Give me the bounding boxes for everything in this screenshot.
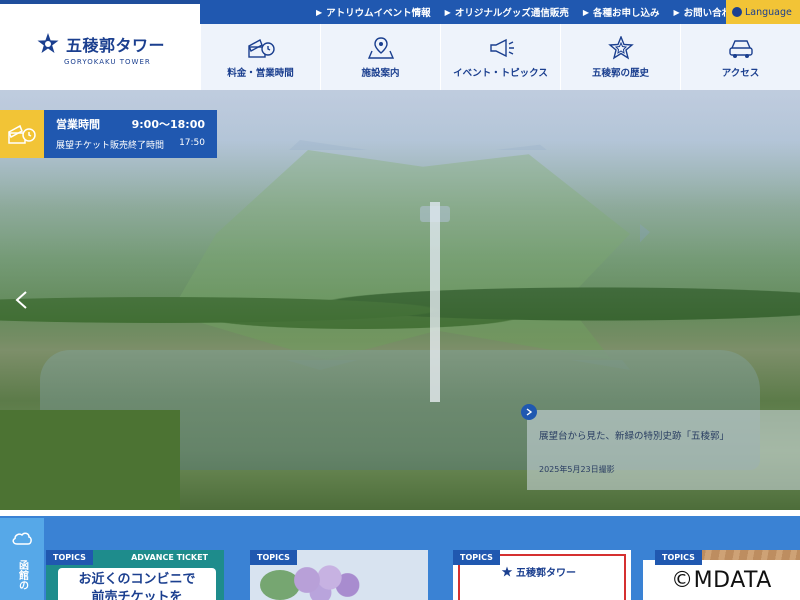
nav-history-label: 五稜郭の歴史 xyxy=(591,67,649,79)
hours-time: 9:00～18:00 xyxy=(131,118,205,131)
nav-events-topics[interactable]: イベント・トピックス xyxy=(440,24,560,90)
applications-label: 各種お申し込み xyxy=(593,8,660,19)
chevron-right-icon: ▶ xyxy=(582,7,589,17)
wisteria-image xyxy=(280,560,370,600)
promo-line-2: 前売チケットを xyxy=(91,590,183,600)
topics-tag: TOPICS xyxy=(46,550,93,565)
caption-bullet-icon xyxy=(521,404,537,420)
advance-ticket-promo: お近くのコンビニで 前売チケットを xyxy=(58,568,216,600)
hours-icon-box xyxy=(0,110,44,158)
slide-prev-arrow-icon[interactable] xyxy=(12,290,32,310)
hours-text-box: 営業時間 9:00～18:00 展望チケット販売終了時間 17:50 xyxy=(44,110,217,158)
notice-logo: 五稜郭タワー xyxy=(501,564,576,579)
nav-fees-hours-label: 料金・営業時間 xyxy=(227,67,294,79)
language-button[interactable]: Language xyxy=(726,0,800,24)
star-fort-icon xyxy=(607,35,634,60)
ticket-end-label: 展望チケット販売終了時間 xyxy=(56,141,165,151)
caption-date: 2025年5月23日撮影 xyxy=(539,465,615,474)
logo-text: 五稜郭タワー xyxy=(66,36,166,55)
cloud-icon xyxy=(12,532,32,545)
weather-widget[interactable]: 函館の xyxy=(0,518,44,600)
nav-history[interactable]: 五稜郭の歴史 xyxy=(560,24,680,90)
weather-label: 函館の xyxy=(16,560,28,590)
hours-label: 営業時間 xyxy=(56,118,100,131)
promo-line-1: お近くのコンビニで xyxy=(78,572,196,587)
nav-fees-hours[interactable]: 料金・営業時間 xyxy=(200,24,320,90)
star-fort-logo-icon xyxy=(501,566,513,576)
chevron-right-icon: ▶ xyxy=(673,7,680,17)
advance-ticket-badge: ADVANCE TICKET xyxy=(131,553,208,562)
chevron-right-icon: ▶ xyxy=(444,7,451,17)
car-icon xyxy=(728,39,753,58)
topics-tag: TOPICS xyxy=(250,550,297,565)
utility-bar: ▶ アトリウムイベント情報 ▶ オリジナルグッズ通信販売 ▶ 各種お申し込み ▶… xyxy=(200,0,800,24)
atrium-events-link[interactable]: ▶ アトリウムイベント情報 xyxy=(316,5,431,20)
nav-access-label: アクセス xyxy=(721,67,760,79)
map-pin-icon xyxy=(367,36,394,59)
watermark: ©MDATA xyxy=(643,560,800,600)
megaphone-icon xyxy=(489,38,514,57)
nav-facilities-label: 施設案内 xyxy=(361,67,400,79)
nav-facilities[interactable]: 施設案内 xyxy=(320,24,440,90)
goods-shop-link[interactable]: ▶ オリジナルグッズ通信販売 xyxy=(444,5,569,20)
slide-caption: 展望台から見た、新緑の特別史跡「五稜郭」 2025年5月23日撮影 xyxy=(521,404,800,490)
topic-card-advance-ticket[interactable]: TOPICS ADVANCE TICKET お近くのコンビニで 前売チケットを xyxy=(46,550,224,600)
hero-slideshow: 営業時間 9:00～18:00 展望チケット販売終了時間 17:50 展望台から… xyxy=(0,90,800,510)
opening-hours-panel[interactable]: 営業時間 9:00～18:00 展望チケット販売終了時間 17:50 xyxy=(0,110,217,158)
language-label: Language xyxy=(745,6,792,18)
goods-shop-label: オリジナルグッズ通信販売 xyxy=(454,8,569,19)
star-fort-logo-icon xyxy=(37,33,59,53)
applications-link[interactable]: ▶ 各種お申し込み xyxy=(582,5,660,20)
chevron-right-icon: ▶ xyxy=(316,7,323,17)
topic-card-tower-notice[interactable]: TOPICS 五稜郭タワー xyxy=(453,550,631,600)
logo-subtitle: GORYOKAKU TOWER xyxy=(64,58,151,66)
topics-tag: TOPICS xyxy=(453,550,500,565)
ticket-clock-icon xyxy=(247,38,275,58)
ticket-clock-icon xyxy=(8,124,36,144)
atrium-events-label: アトリウムイベント情報 xyxy=(326,8,431,19)
globe-icon xyxy=(732,7,742,17)
logo-area: 五稜郭タワー GORYOKAKU TOWER xyxy=(0,0,200,90)
ticket-end-time: 17:50 xyxy=(179,138,205,148)
nav-events-topics-label: イベント・トピックス xyxy=(453,67,548,79)
notice-logo-text: 五稜郭タワー xyxy=(516,568,576,579)
nav-access[interactable]: アクセス xyxy=(680,24,800,90)
main-nav: 料金・営業時間 施設案内 イベント・トピックス 五稜郭の歴史 アクセス xyxy=(200,24,800,90)
site-logo[interactable]: 五稜郭タワー xyxy=(36,32,165,56)
topics-tag: TOPICS xyxy=(655,550,702,565)
caption-title: 展望台から見た、新緑の特別史跡「五稜郭」 xyxy=(539,431,730,442)
topic-card-wisteria[interactable]: TOPICS xyxy=(250,550,428,600)
